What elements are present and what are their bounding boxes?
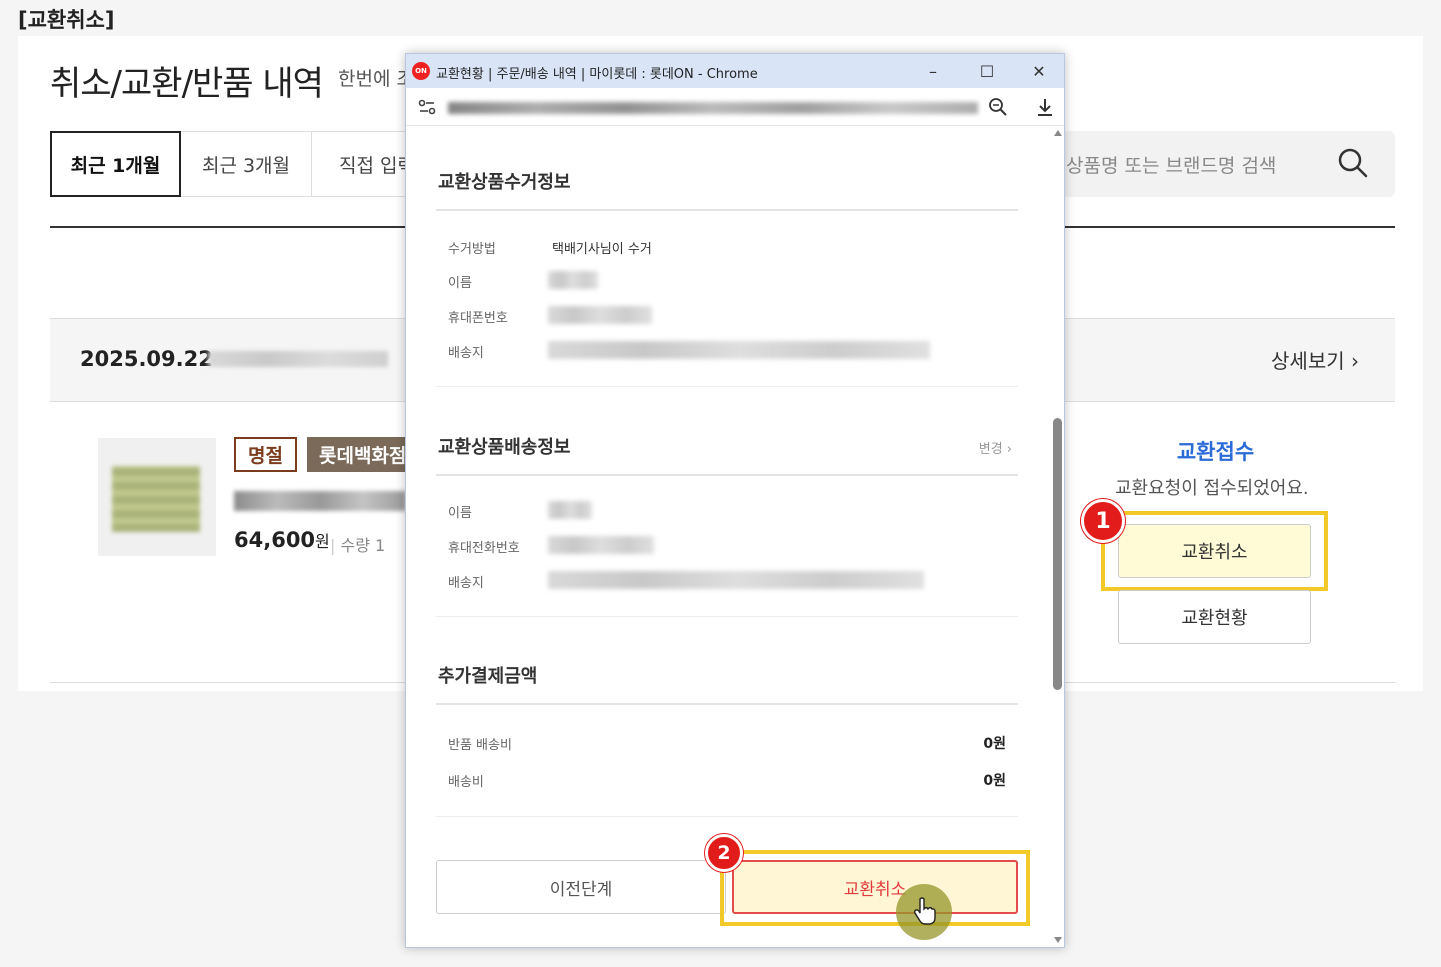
divider [436, 703, 1018, 705]
return-shipping-amount: 0원 [983, 736, 1006, 752]
download-icon[interactable] [1034, 96, 1056, 118]
zoom-icon[interactable] [988, 97, 1008, 117]
divider [436, 209, 1018, 211]
window-titlebar[interactable]: ON 교환현황 | 주문/배송 내역 | 마이롯데 : 롯데ON - Chrom… [406, 54, 1064, 88]
scroll-thumb[interactable] [1053, 418, 1062, 690]
close-button[interactable]: ✕ [1024, 58, 1054, 84]
delivery-phone-label: 휴대전화번호 [448, 541, 520, 556]
chrome-popup-window: ON 교환현황 | 주문/배송 내역 | 마이롯데 : 롯데ON - Chrom… [405, 53, 1065, 948]
exchange-status-button[interactable]: 교환현황 [1118, 590, 1311, 644]
step-marker-2: 2 [705, 834, 743, 872]
delivery-address-blurred [548, 571, 924, 589]
delivery-address-label: 배송지 [448, 576, 484, 591]
status-text: 교환요청이 접수되었어요. [1115, 478, 1309, 499]
order-date: 2025.09.22 [80, 347, 213, 371]
badge-store: 롯데백화점 [307, 437, 407, 472]
pickup-phone-label: 휴대폰번호 [448, 311, 508, 326]
status-title: 교환접수 [1176, 440, 1255, 464]
previous-step-button[interactable]: 이전단계 [436, 860, 726, 914]
divider [436, 616, 1018, 617]
scroll-up-arrow-icon[interactable] [1054, 130, 1062, 136]
hand-cursor-icon [913, 897, 936, 925]
tab-recent-1-month[interactable]: 최근 1개월 [50, 131, 181, 197]
search-placeholder: 상품명 또는 브랜드명 검색 [1066, 155, 1277, 177]
minimize-button[interactable]: – [918, 58, 948, 84]
return-shipping-label: 반품 배송비 [448, 738, 512, 753]
delivery-section-title: 교환상품배송정보 [438, 437, 571, 458]
extra-payment-section-title: 추가결제금액 [438, 666, 538, 687]
product-quantity: | 수량 1 [330, 536, 386, 555]
shipping-label: 배송비 [448, 775, 484, 790]
product-name-blurred[interactable] [234, 491, 406, 511]
divider [436, 474, 1018, 476]
delivery-name-label: 이름 [448, 506, 472, 521]
window-title: 교환현황 | 주문/배송 내역 | 마이롯데 : 롯데ON - Chrome [436, 67, 758, 82]
tab-recent-3-months[interactable]: 최근 3개월 [181, 131, 312, 197]
page-subtitle: 한번에 조 [338, 68, 414, 90]
url-text-blurred[interactable] [448, 102, 978, 114]
order-number-blurred [208, 351, 388, 367]
highlight-box-2 [720, 850, 1030, 926]
period-tabs: 최근 1개월 최근 3개월 직접 입력 [50, 131, 443, 197]
shipping-amount: 0원 [983, 773, 1006, 789]
divider [436, 816, 1018, 817]
page-title: 취소/교환/반품 내역 [50, 64, 324, 104]
highlight-box-1 [1101, 511, 1328, 591]
pickup-method-label: 수거방법 [448, 242, 496, 257]
delivery-name-blurred [548, 501, 592, 519]
pickup-name-label: 이름 [448, 276, 472, 291]
pickup-address-label: 배송지 [448, 346, 484, 361]
divider [436, 386, 1018, 387]
lotteon-favicon-icon: ON [412, 62, 430, 80]
search-input[interactable]: 상품명 또는 브랜드명 검색 [1058, 131, 1395, 197]
site-settings-icon[interactable] [416, 97, 438, 117]
change-delivery-link[interactable]: 변경 › [979, 438, 1012, 457]
popup-scrollbar[interactable] [1050, 126, 1064, 947]
maximize-button[interactable]: ☐ [972, 58, 1002, 84]
product-thumbnail[interactable] [98, 438, 216, 556]
pickup-name-blurred [548, 271, 598, 289]
pickup-method-value: 택배기사님이 수거 [552, 242, 652, 257]
step-marker-1: 1 [1081, 499, 1125, 543]
address-bar[interactable] [406, 88, 1064, 126]
popup-content: 교환상품수거정보 수거방법 택배기사님이 수거 이름 휴대폰번호 배송지 교환상… [406, 126, 1050, 947]
pickup-address-blurred [548, 341, 930, 359]
delivery-phone-blurred [548, 536, 654, 554]
badge-holiday: 명절 [234, 437, 297, 472]
product-price: 64,600원 [234, 528, 330, 552]
caption: [교환취소] [18, 8, 115, 32]
pickup-section-title: 교환상품수거정보 [438, 172, 571, 193]
scroll-down-arrow-icon[interactable] [1054, 937, 1062, 943]
search-icon[interactable] [1335, 145, 1371, 181]
detail-link[interactable]: 상세보기 › [1271, 345, 1359, 374]
pickup-phone-blurred [548, 306, 652, 324]
